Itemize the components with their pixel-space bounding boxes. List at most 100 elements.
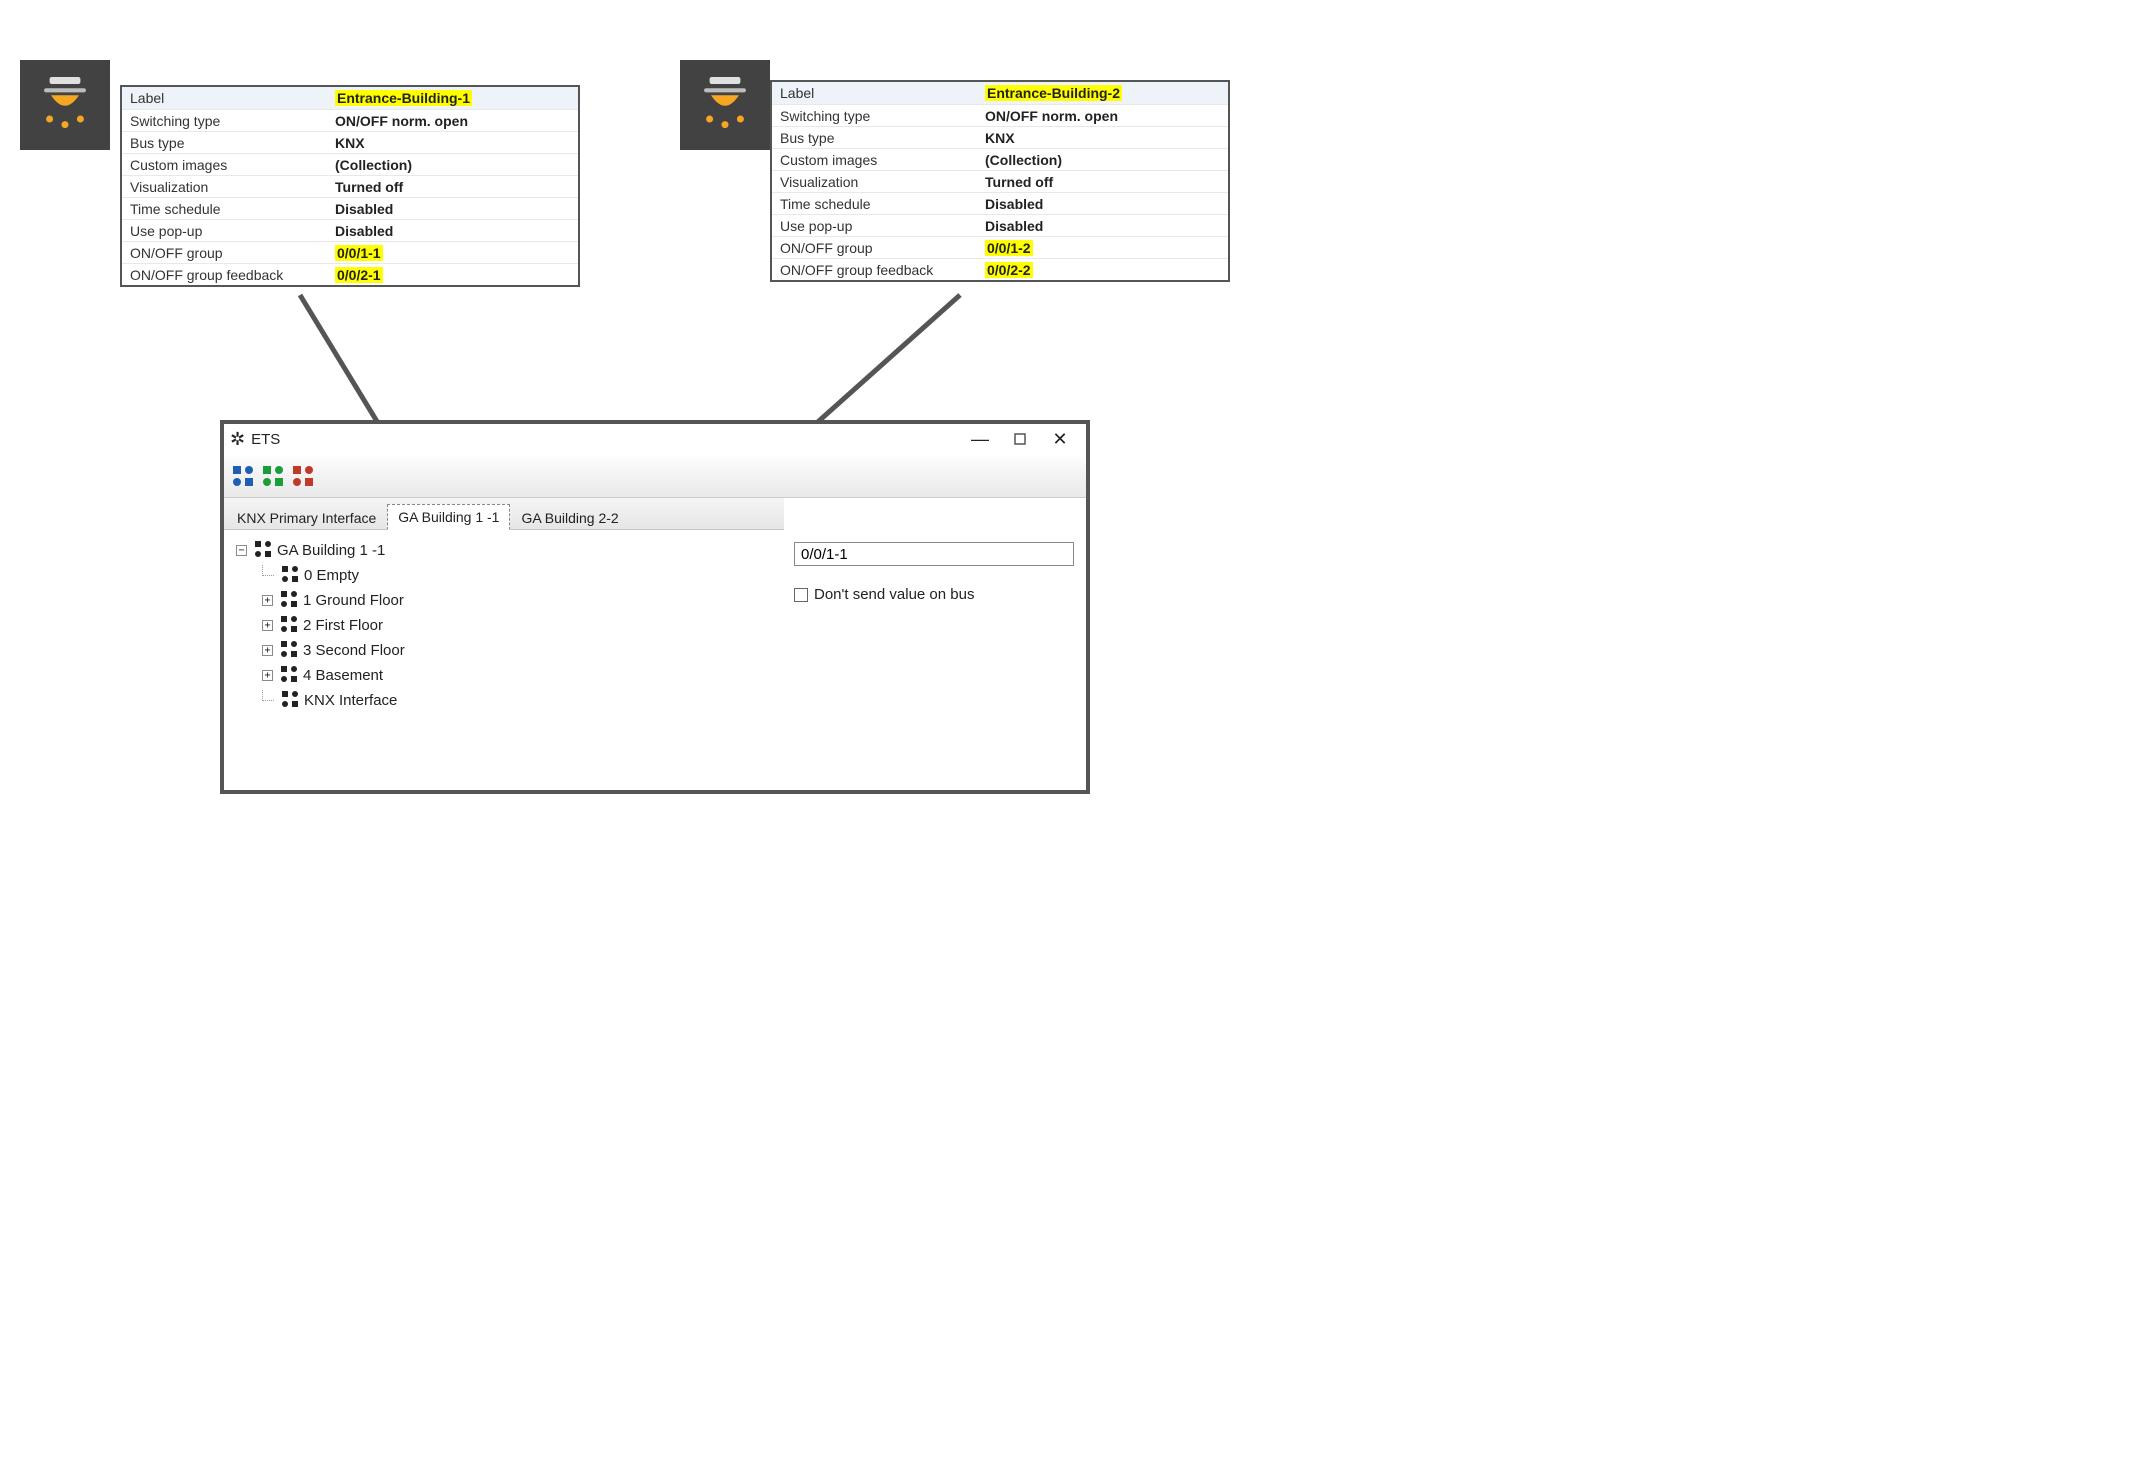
property-label: Switching type	[780, 108, 985, 124]
ets-titlebar[interactable]: ✲ ETS — ✕	[224, 424, 1086, 454]
ets-title: ETS	[251, 431, 280, 448]
toolbar-grid-icon[interactable]	[262, 465, 284, 487]
ets-toolbar	[224, 454, 1086, 498]
tree-node-icon	[281, 666, 299, 686]
tree-node-icon	[255, 541, 273, 561]
property-row[interactable]: Custom images(Collection)	[122, 153, 578, 175]
ets-side-panel: Don't send value on bus	[784, 498, 1086, 790]
property-label: Use pop-up	[130, 223, 335, 239]
property-label: Time schedule	[780, 196, 985, 212]
property-panel-left: LabelEntrance-Building-1Switching typeON…	[120, 85, 580, 287]
property-value: Entrance-Building-1	[335, 90, 472, 106]
property-label: Bus type	[780, 130, 985, 146]
property-value: 0/0/2-2	[985, 262, 1033, 278]
tree-node-label: KNX Interface	[304, 692, 397, 709]
property-row[interactable]: Switching typeON/OFF norm. open	[772, 104, 1228, 126]
property-row[interactable]: VisualizationTurned off	[122, 175, 578, 197]
tree-node[interactable]: +1 Ground Floor	[230, 588, 778, 613]
property-label: ON/OFF group feedback	[130, 267, 335, 283]
ets-tab[interactable]: KNX Primary Interface	[226, 505, 387, 530]
property-row[interactable]: Time scheduleDisabled	[122, 197, 578, 219]
property-label: Custom images	[130, 157, 335, 173]
property-label: Label	[130, 90, 335, 106]
property-label: ON/OFF group	[130, 245, 335, 261]
tree-node-icon	[281, 591, 299, 611]
light-icon	[20, 60, 110, 150]
ets-tab[interactable]: GA Building 1 -1	[387, 504, 510, 530]
ets-window: ✲ ETS — ✕ KNX Primary InterfaceGA Buildi…	[220, 420, 1090, 794]
property-label: Use pop-up	[780, 218, 985, 234]
tree-node-icon	[281, 616, 299, 636]
property-row[interactable]: ON/OFF group feedback0/0/2-1	[122, 263, 578, 285]
property-value: KNX	[985, 130, 1015, 146]
toolbar-grid-icon[interactable]	[232, 465, 254, 487]
property-label: Bus type	[130, 135, 335, 151]
property-row[interactable]: VisualizationTurned off	[772, 170, 1228, 192]
property-row[interactable]: Time scheduleDisabled	[772, 192, 1228, 214]
property-value: Turned off	[985, 174, 1053, 190]
tree-expand-icon[interactable]: +	[262, 620, 273, 631]
property-row[interactable]: ON/OFF group feedback0/0/2-2	[772, 258, 1228, 280]
property-value: KNX	[335, 135, 365, 151]
tree-node-label: 1 Ground Floor	[303, 592, 404, 609]
maximize-button[interactable]	[1000, 429, 1040, 450]
property-value: 0/0/1-2	[985, 240, 1033, 256]
property-label: Visualization	[780, 174, 985, 190]
tree-node-icon	[282, 691, 300, 711]
tree-node-icon	[282, 566, 300, 586]
property-value: ON/OFF norm. open	[985, 108, 1118, 124]
property-value: Disabled	[985, 218, 1043, 234]
ets-tab[interactable]: GA Building 2-2	[510, 505, 629, 530]
tree-expand-icon[interactable]: +	[262, 670, 273, 681]
tree-node-label: GA Building 1 -1	[277, 542, 385, 559]
property-value: Turned off	[335, 179, 403, 195]
property-row[interactable]: Switching typeON/OFF norm. open	[122, 109, 578, 131]
tree-node[interactable]: − GA Building 1 -1	[230, 538, 778, 563]
ets-tree[interactable]: −GA Building 1 -10 Empty+1 Ground Floor+…	[224, 530, 784, 790]
toolbar-grid-icon[interactable]	[292, 465, 314, 487]
tree-node[interactable]: KNX Interface	[230, 688, 778, 713]
ets-app-icon: ✲	[230, 430, 245, 448]
property-label: Time schedule	[130, 201, 335, 217]
property-label: Custom images	[780, 152, 985, 168]
property-value: Disabled	[985, 196, 1043, 212]
property-label: Visualization	[130, 179, 335, 195]
property-value: Entrance-Building-2	[985, 85, 1122, 101]
property-value: Disabled	[335, 223, 393, 239]
property-row[interactable]: Bus typeKNX	[772, 126, 1228, 148]
property-row[interactable]: LabelEntrance-Building-1	[122, 87, 578, 109]
group-address-input[interactable]	[794, 542, 1074, 566]
property-row[interactable]: ON/OFF group0/0/1-2	[772, 236, 1228, 258]
tree-node-label: 0 Empty	[304, 567, 359, 584]
property-label: ON/OFF group feedback	[780, 262, 985, 278]
property-row[interactable]: Bus typeKNX	[122, 131, 578, 153]
tree-node[interactable]: +2 First Floor	[230, 613, 778, 638]
tree-node-label: 2 First Floor	[303, 617, 383, 634]
close-button[interactable]: ✕	[1040, 429, 1080, 450]
tree-node[interactable]: 0 Empty	[230, 563, 778, 588]
minimize-button[interactable]: —	[960, 429, 1000, 450]
tree-node[interactable]: +3 Second Floor	[230, 638, 778, 663]
property-label: Label	[780, 85, 985, 101]
property-row[interactable]: Custom images(Collection)	[772, 148, 1228, 170]
property-row[interactable]: LabelEntrance-Building-2	[772, 82, 1228, 104]
property-label: Switching type	[130, 113, 335, 129]
tree-node-label: 3 Second Floor	[303, 642, 405, 659]
property-value: ON/OFF norm. open	[335, 113, 468, 129]
property-value: 0/0/1-1	[335, 245, 383, 261]
property-label: ON/OFF group	[780, 240, 985, 256]
property-panel-right: LabelEntrance-Building-2Switching typeON…	[770, 80, 1230, 282]
property-value: 0/0/2-1	[335, 267, 383, 283]
dont-send-label: Don't send value on bus	[814, 586, 974, 603]
tree-expand-icon[interactable]: +	[262, 645, 273, 656]
tree-connector-icon	[262, 690, 274, 701]
tree-expand-icon[interactable]: +	[262, 595, 273, 606]
property-row[interactable]: Use pop-upDisabled	[122, 219, 578, 241]
property-row[interactable]: Use pop-upDisabled	[772, 214, 1228, 236]
tree-collapse-icon[interactable]: −	[236, 545, 247, 556]
property-value: (Collection)	[335, 157, 412, 173]
property-row[interactable]: ON/OFF group0/0/1-1	[122, 241, 578, 263]
tree-node-icon	[281, 641, 299, 661]
tree-node[interactable]: +4 Basement	[230, 663, 778, 688]
dont-send-checkbox[interactable]	[794, 588, 808, 602]
